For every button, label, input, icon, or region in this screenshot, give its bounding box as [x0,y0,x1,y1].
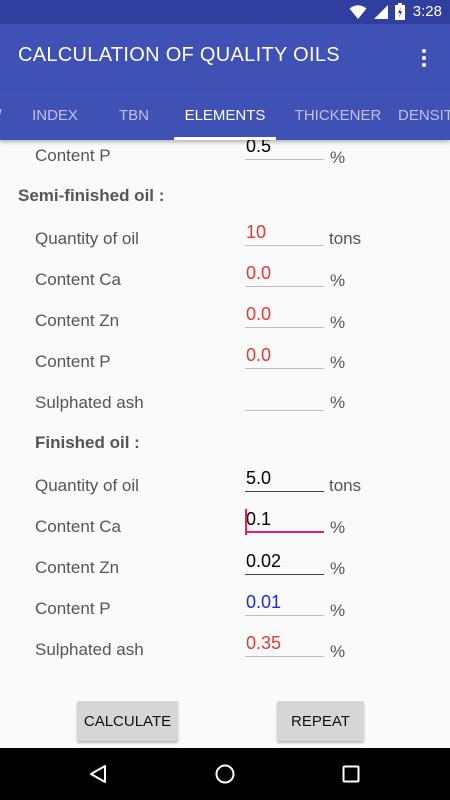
field-label: Sulphated ash [35,393,144,412]
finished-sulphated-ash-input[interactable]: 0.35 [245,633,324,657]
elements-form: Content P 0.5 % Semi-finished oil : Quan… [0,140,450,748]
semi-finished-heading: Semi-finished oil : [18,186,165,205]
tab-partial-left[interactable]: / [0,90,6,140]
unit-label: % [330,313,346,332]
unit-label: % [330,393,346,412]
finished-ca-input[interactable]: 0.1 [245,509,324,535]
battery-icon [394,3,405,20]
content-p-top-input[interactable]: 0.5 [245,140,324,160]
field-label: Quantity of oil [35,476,139,495]
finished-ca-value: 0.1 [246,509,272,529]
finished-heading: Finished oil : [35,433,140,452]
field-label: Content P [35,352,111,371]
field-label: Sulphated ash [35,640,144,659]
semi-ca-input[interactable]: 0.0 [245,263,324,287]
semi-zn-input[interactable]: 0.0 [245,304,324,328]
home-icon[interactable] [214,763,236,785]
unit-label: % [330,271,346,290]
unit-label: % [330,148,346,167]
navigation-bar [0,748,450,800]
status-time: 3:28 [412,3,442,20]
calculate-button[interactable]: CALCULATE [77,701,178,741]
tab-elements[interactable]: ELEMENTS [174,90,276,140]
semi-p-input[interactable]: 0.0 [245,345,324,369]
semi-quantity-input[interactable]: 10 [245,222,324,246]
tab-density[interactable]: DENSITY [398,90,450,140]
field-label: Content P [35,599,111,618]
field-label: Content Ca [35,270,121,289]
recents-icon[interactable] [342,765,360,783]
unit-label: % [330,353,346,372]
status-bar: 3:28 [0,0,450,24]
unit-label: % [330,642,346,661]
tab-tbn[interactable]: TBN [100,90,168,140]
field-label: Content P [35,146,111,165]
finished-quantity-input[interactable]: 5.0 [245,468,324,492]
field-label: Content Ca [35,517,121,536]
status-icons: 3:28 [349,3,442,20]
unit-label: % [330,559,346,578]
unit-label: % [330,601,346,620]
tab-index[interactable]: INDEX [20,90,90,140]
field-label: Content Zn [35,558,120,577]
field-label: Quantity of oil [35,229,139,248]
text-cursor [245,509,247,535]
tab-bar: / INDEX TBN ELEMENTS THICKENER DENSITY [0,90,450,140]
app-title: CALCULATION OF QUALITY OILS [18,44,340,66]
app-bar: CALCULATION OF QUALITY OILS [0,24,450,90]
repeat-button[interactable]: REPEAT [277,701,364,741]
unit-label: % [330,518,346,537]
unit-label: tons [329,476,362,495]
back-icon[interactable] [88,764,108,784]
signal-icon [373,4,388,19]
finished-zn-input[interactable]: 0.02 [245,551,324,575]
unit-label: tons [329,229,362,248]
field-label: Content Zn [35,311,120,330]
tab-thickener[interactable]: THICKENER [283,90,393,140]
finished-p-input[interactable]: 0.01 [245,592,324,616]
wifi-icon [349,4,367,19]
tab-indicator [174,137,276,140]
semi-sulphated-ash-input[interactable] [245,387,324,411]
overflow-menu-icon[interactable] [412,46,436,70]
